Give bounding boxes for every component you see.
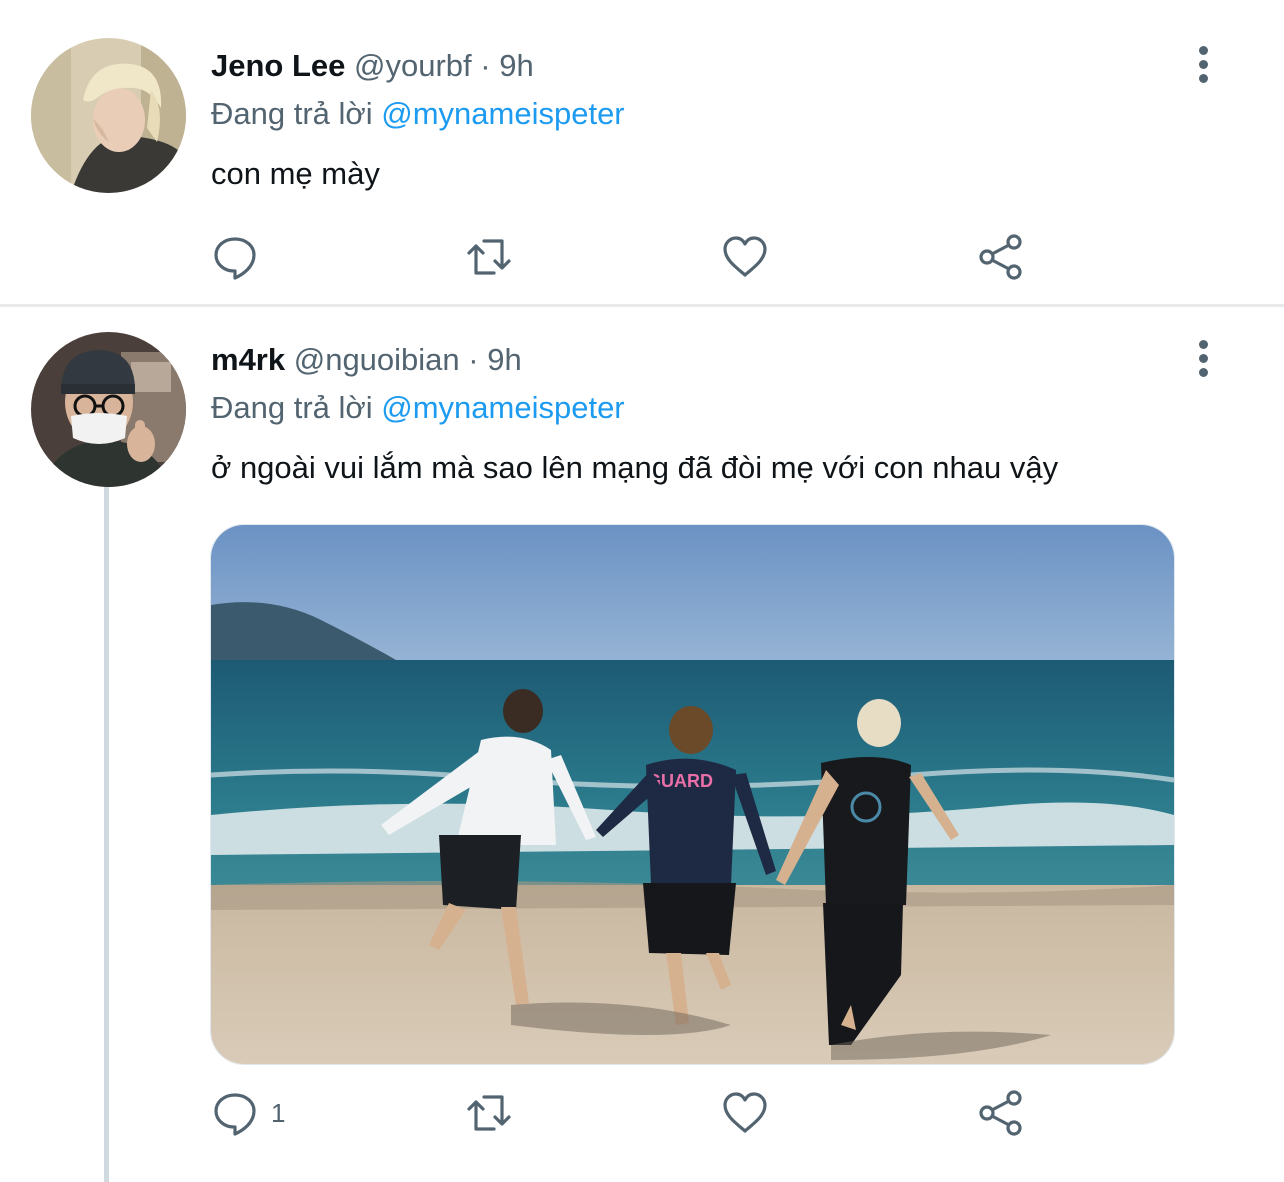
mention-link[interactable]: @mynameispeter — [381, 96, 624, 131]
tweet-text: con mẹ mày — [211, 156, 380, 191]
vertical-ellipsis-icon — [1186, 46, 1220, 83]
tweet-header: m4rk @nguoibian · 9h — [211, 340, 522, 380]
vertical-ellipsis-icon — [1186, 340, 1220, 377]
blond-hair-person-avatar-icon — [31, 38, 186, 193]
user-handle[interactable]: @nguoibian — [294, 342, 460, 377]
tweet-text: ở ngoài vui lắm mà sao lên mạng đã đòi m… — [211, 450, 1059, 485]
replying-to-label: Đang trả lời — [211, 96, 373, 131]
tweet-divider — [0, 304, 1284, 307]
timestamp[interactable]: 9h — [487, 342, 521, 377]
user-handle[interactable]: @yourbf — [354, 48, 472, 83]
separator-dot: · — [468, 342, 479, 377]
thread-connector-line — [104, 482, 109, 1182]
more-options-button[interactable] — [1186, 42, 1220, 90]
like-button[interactable] — [721, 1088, 769, 1138]
retweet-button[interactable] — [465, 1088, 513, 1138]
share-nodes-icon — [979, 1090, 1022, 1136]
beanie-glasses-mask-person-avatar-icon — [31, 332, 186, 487]
display-name[interactable]: Jeno Lee — [211, 48, 345, 83]
tweet-m4rk[interactable]: m4rk @nguoibian · 9h Đang trả lời @mynam… — [0, 308, 1284, 1182]
tweet-actions: 1 — [211, 1088, 1071, 1138]
reply-button[interactable]: 1 — [211, 1088, 285, 1138]
heart-icon — [723, 1092, 767, 1133]
timestamp[interactable]: 9h — [499, 48, 533, 83]
retweet-arrows-icon — [467, 1095, 511, 1131]
more-options-button[interactable] — [1186, 336, 1220, 384]
share-nodes-icon — [979, 234, 1022, 280]
avatar[interactable] — [31, 332, 186, 487]
mention-link[interactable]: @mynameispeter — [381, 390, 624, 425]
heart-icon — [723, 236, 767, 277]
avatar[interactable] — [31, 38, 186, 193]
tweet-jeno-lee[interactable]: Jeno Lee @yourbf · 9h Đang trả lời @myna… — [0, 0, 1284, 306]
tweet-actions — [211, 232, 1071, 282]
tweet-header: Jeno Lee @yourbf · 9h — [211, 46, 534, 86]
replying-to-line: Đang trả lời @mynameispeter — [211, 388, 625, 428]
speech-bubble-icon — [214, 237, 256, 280]
beach-photo-icon: GUARD — [211, 525, 1174, 1064]
display-name[interactable]: m4rk — [211, 342, 285, 377]
retweet-arrows-icon — [467, 239, 511, 275]
speech-bubble-icon — [214, 1093, 256, 1136]
like-button[interactable] — [721, 232, 769, 282]
share-button[interactable] — [977, 232, 1025, 282]
separator-dot: · — [480, 48, 491, 83]
retweet-button[interactable] — [465, 232, 513, 282]
reply-button[interactable] — [211, 232, 259, 282]
replying-to-label: Đang trả lời — [211, 390, 373, 425]
replying-to-line: Đang trả lời @mynameispeter — [211, 94, 625, 134]
share-button[interactable] — [977, 1088, 1025, 1138]
tweet-media-photo[interactable]: GUARD — [210, 524, 1175, 1065]
reply-count: 1 — [271, 1097, 286, 1128]
